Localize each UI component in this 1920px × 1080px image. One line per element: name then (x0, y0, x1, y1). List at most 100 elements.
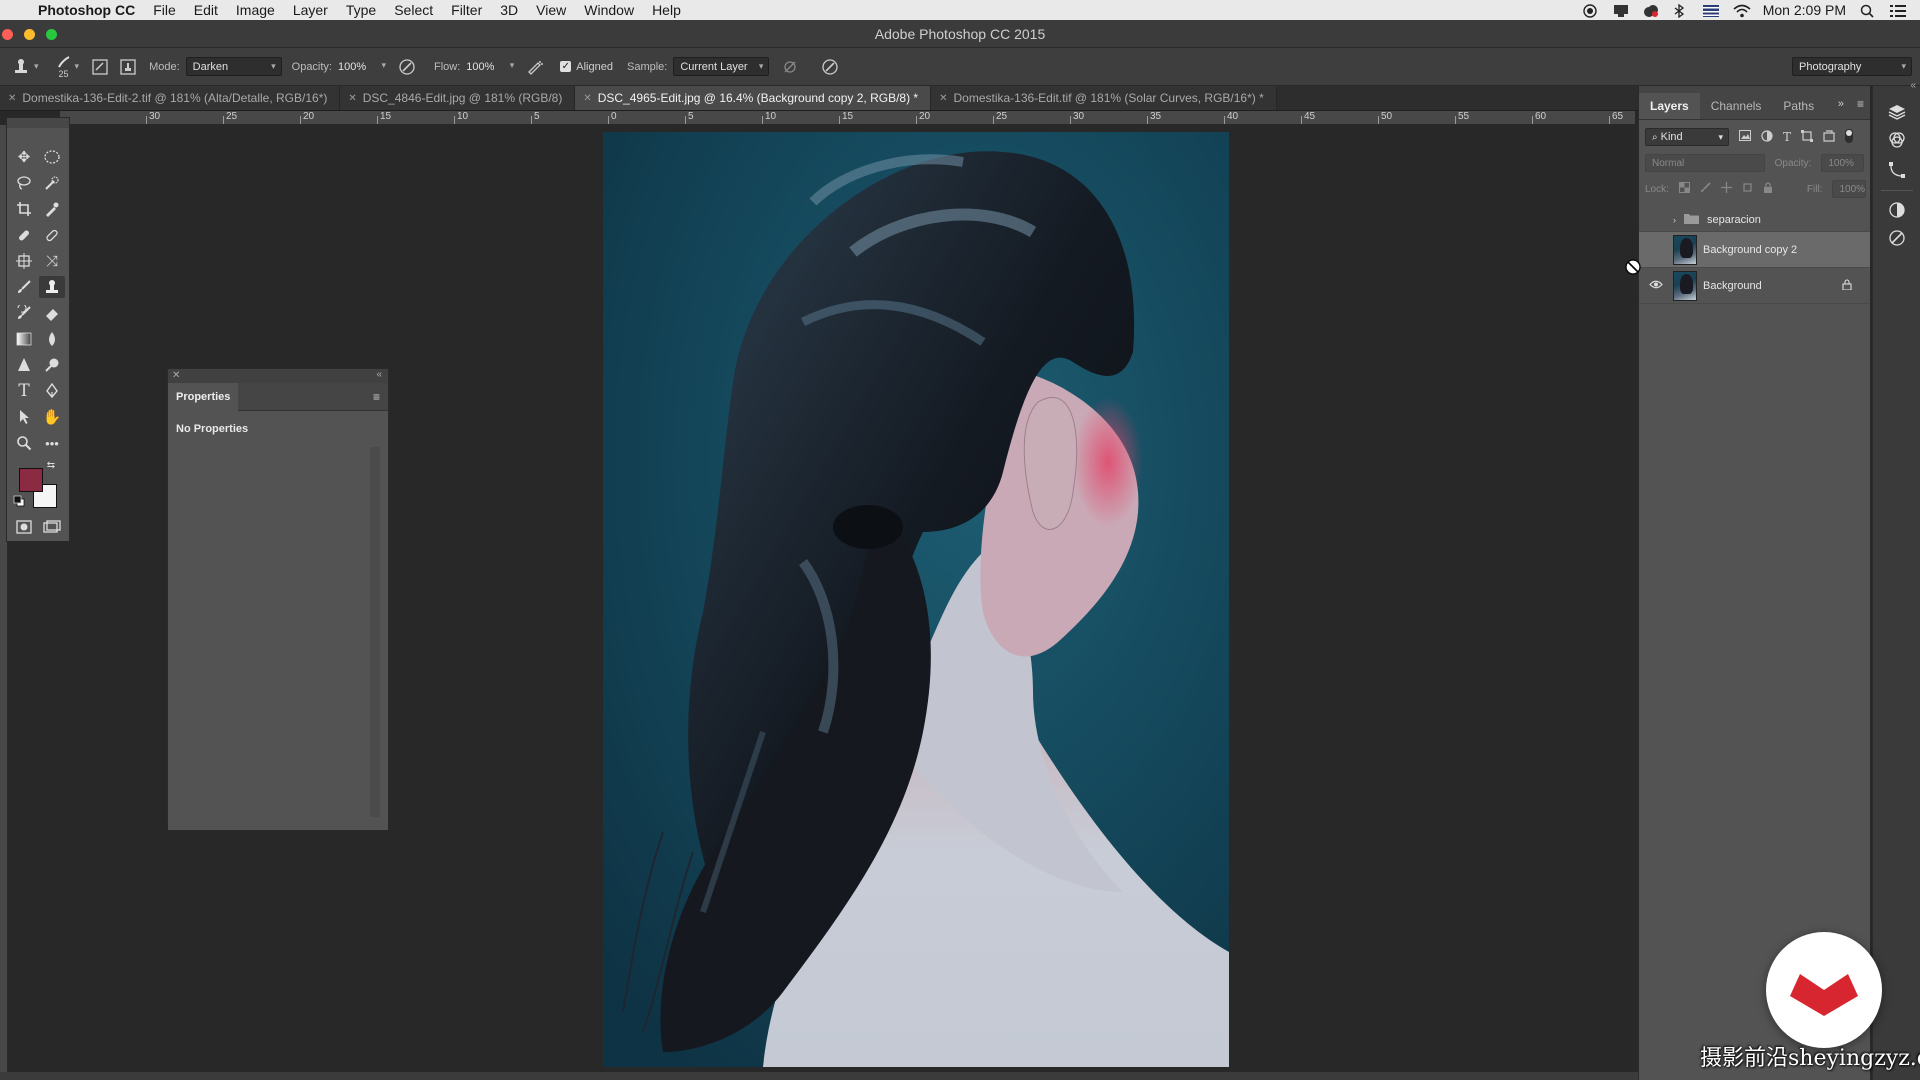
hand-icon[interactable]: ✋ (39, 406, 65, 428)
menu-edit[interactable]: Edit (194, 2, 218, 18)
screen-mode-icon[interactable] (39, 516, 65, 538)
path-select-icon[interactable] (11, 406, 37, 428)
clone-stamp-preset-icon[interactable] (10, 56, 32, 78)
crop-icon[interactable] (11, 198, 37, 220)
brush-size-chevron-icon[interactable]: ▾ (75, 61, 80, 72)
menu-layer[interactable]: Layer (293, 2, 328, 18)
menu-help[interactable]: Help (652, 2, 681, 18)
healing-icon[interactable] (11, 224, 37, 246)
eraser-icon[interactable] (39, 302, 65, 324)
default-colors-icon[interactable] (11, 494, 27, 508)
blend-mode-select[interactable]: Normal (1645, 154, 1765, 172)
filter-adjustment-icon[interactable] (1761, 129, 1773, 145)
ignore-adjustment-layers-icon[interactable] (779, 56, 801, 78)
lock-transparent-icon[interactable] (1678, 182, 1690, 196)
fill-field[interactable]: 100% (1832, 180, 1867, 198)
opacity-field[interactable]: 100% ▾ (338, 57, 388, 76)
eye-icon[interactable] (1645, 280, 1667, 292)
foreground-color-swatch[interactable] (19, 468, 43, 492)
panel-menu-icon[interactable]: ≡ (373, 390, 380, 404)
menu-view[interactable]: View (536, 2, 566, 18)
filter-shape-icon[interactable] (1801, 129, 1814, 145)
close-tab-icon[interactable]: ✕ (939, 93, 947, 104)
document-tab[interactable]: ✕ Domestika-136-Edit.tif @ 181% (Solar C… (931, 86, 1277, 110)
notifications-icon[interactable] (1613, 4, 1629, 17)
lock-all-icon[interactable] (1763, 182, 1773, 196)
marquee-icon[interactable] (39, 146, 65, 168)
filter-type-icon[interactable]: T (1783, 130, 1791, 144)
menu-window[interactable]: Window (584, 2, 634, 18)
panel-menu-icon[interactable]: ≡ (1857, 97, 1864, 111)
sharpen-icon[interactable] (11, 354, 37, 376)
workspace-select[interactable]: Photography ▾ (1792, 57, 1912, 76)
collapse-panel-icon[interactable]: « (376, 369, 382, 380)
properties-panel-header[interactable]: ✕ « (168, 369, 388, 383)
document-tab[interactable]: ✕ DSC_4846-Edit.jpg @ 181% (RGB/8) (340, 86, 576, 110)
menu-type[interactable]: Type (346, 2, 376, 18)
document-canvas-photo[interactable] (603, 132, 1229, 1067)
tab-paths[interactable]: Paths (1772, 93, 1825, 119)
layer-group-row[interactable]: › separacion (1639, 208, 1870, 232)
brush-size-picker[interactable]: 25 (53, 52, 75, 82)
close-tab-icon[interactable]: ✕ (8, 93, 16, 104)
document-tab-active[interactable]: ✕ DSC_4965-Edit.jpg @ 16.4% (Background … (575, 86, 932, 110)
history-brush-icon[interactable] (11, 302, 37, 324)
clone-stamp-icon[interactable] (39, 276, 65, 298)
filter-pixel-icon[interactable] (1739, 130, 1751, 144)
zoom-icon[interactable] (11, 432, 37, 454)
collapse-strip-icon[interactable]: « (1910, 80, 1916, 91)
brush-icon[interactable] (11, 276, 37, 298)
tab-channels[interactable]: Channels (1700, 93, 1773, 119)
layer-row-selected[interactable]: Background copy 2 (1639, 232, 1870, 268)
red-eye-icon[interactable]: ⤨ (39, 250, 65, 272)
quick-select-icon[interactable] (39, 172, 65, 194)
keyboard-flag-icon[interactable] (1702, 4, 1719, 17)
clock[interactable]: Mon 2:09 PM (1763, 2, 1846, 18)
spotlight-search-icon[interactable] (1860, 4, 1876, 18)
creative-cloud-icon[interactable] (1643, 4, 1659, 17)
airbrush-icon[interactable] (524, 56, 546, 78)
content-aware-move-icon[interactable] (11, 250, 37, 272)
swap-colors-icon[interactable]: ⇆ (43, 458, 59, 472)
sample-select[interactable]: Current Layer ▾ (673, 57, 770, 76)
type-icon[interactable]: T (11, 380, 37, 402)
move-icon[interactable]: ✥ (11, 146, 37, 168)
close-panel-icon[interactable]: ✕ (172, 370, 180, 381)
menu-select[interactable]: Select (394, 2, 433, 18)
menu-filter[interactable]: Filter (451, 2, 482, 18)
horizontal-ruler[interactable]: 30 25 20 15 10 5 0 5 10 15 20 25 30 35 40 45 50 55 60 65 (60, 111, 1635, 125)
tools-panel-header[interactable] (7, 118, 69, 128)
record-icon[interactable] (1583, 3, 1599, 18)
paths-panel-icon[interactable] (1885, 158, 1909, 182)
quick-mask-icon[interactable] (11, 516, 37, 538)
menu-file[interactable]: File (153, 2, 176, 18)
wifi-icon[interactable] (1733, 4, 1751, 17)
brush-panel-toggle-icon[interactable] (89, 56, 111, 78)
aligned-checkbox[interactable]: ✓ (560, 61, 572, 72)
filter-smart-object-icon[interactable] (1823, 129, 1835, 145)
document-tab[interactable]: ✕ Domestika-136-Edit-2.tif @ 181% (Alta/… (0, 86, 341, 110)
chevron-right-icon[interactable]: › (1673, 215, 1676, 225)
patch-icon[interactable] (39, 224, 65, 246)
pressure-opacity-icon[interactable] (396, 56, 418, 78)
notification-center-icon[interactable] (1890, 4, 1906, 17)
layers-panel-icon[interactable] (1885, 100, 1909, 124)
eyedropper-icon[interactable] (39, 198, 65, 220)
lock-artboard-icon[interactable] (1742, 182, 1753, 196)
mode-select[interactable]: Darken ▾ (185, 57, 282, 76)
clone-source-panel-icon[interactable] (117, 56, 139, 78)
layer-row[interactable]: Background (1639, 268, 1870, 304)
preset-chevron-icon[interactable]: ▾ (34, 61, 39, 72)
styles-panel-icon[interactable] (1885, 226, 1909, 250)
channels-panel-icon[interactable] (1885, 128, 1909, 152)
more-tools-icon[interactable]: ••• (39, 432, 65, 454)
pressure-size-icon[interactable] (819, 56, 841, 78)
bluetooth-icon[interactable] (1673, 3, 1689, 18)
flow-field[interactable]: 100% ▾ (466, 57, 516, 76)
lasso-icon[interactable] (11, 172, 37, 194)
lock-pixels-icon[interactable] (1700, 182, 1711, 196)
filter-toggle-icon[interactable] (1845, 128, 1854, 146)
close-tab-icon[interactable]: ✕ (348, 93, 356, 104)
blur-icon[interactable] (39, 328, 65, 350)
layer-kind-filter[interactable]: ⌕ Kind ▾ (1645, 128, 1729, 146)
